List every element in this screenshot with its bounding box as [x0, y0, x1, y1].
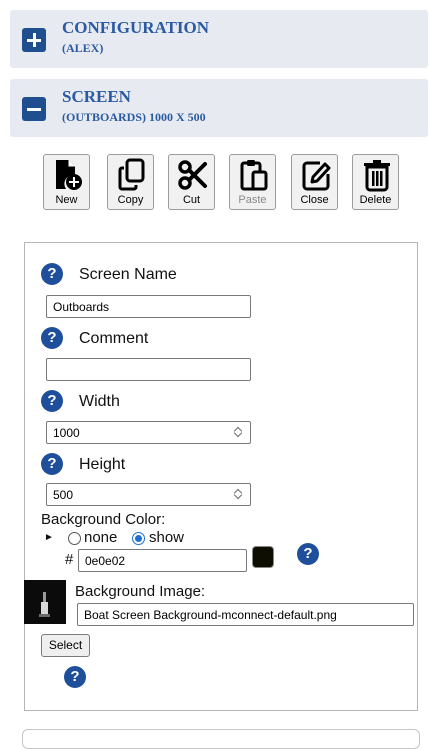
background-image-value: Boat Screen Background-mconnect-default.…: [84, 608, 337, 622]
comment-input[interactable]: [46, 358, 251, 381]
configuration-subtitle: (ALEX): [62, 41, 104, 55]
edit-icon: [302, 161, 331, 191]
width-input[interactable]: 1000: [46, 421, 251, 444]
screen-name-label: Screen Name: [79, 266, 177, 283]
new-label: New: [55, 194, 78, 206]
comment-label: Comment: [79, 330, 149, 347]
screen-title: SCREEN: [62, 87, 131, 106]
color-show-label: show: [149, 529, 185, 546]
height-value: 500: [53, 488, 74, 502]
color-none-label: none: [84, 529, 118, 546]
background-image-label: Background Image:: [75, 583, 206, 600]
paste-button[interactable]: Paste: [229, 154, 276, 210]
scissors-icon: [178, 160, 207, 190]
cut-button[interactable]: Cut: [168, 154, 215, 210]
background-color-value: 0e0e02: [85, 554, 126, 568]
new-file-icon: [56, 160, 82, 190]
delete-label: Delete: [359, 194, 392, 206]
background-image-input[interactable]: Boat Screen Background-mconnect-default.…: [77, 603, 414, 626]
screen-subtitle: (OUTBOARDS) 1000 X 500: [62, 110, 206, 124]
copy-button[interactable]: Copy: [107, 154, 154, 210]
cut-label: Cut: [182, 194, 201, 206]
color-none-radio[interactable]: [68, 532, 81, 545]
next-section-box: [22, 729, 420, 749]
background-color-input[interactable]: 0e0e02: [78, 549, 247, 572]
screen-name-input[interactable]: Outboards: [46, 295, 251, 318]
expand-arrow-icon[interactable]: ►: [44, 532, 54, 543]
color-show-radio[interactable]: [132, 532, 145, 545]
screen-header[interactable]: SCREEN (OUTBOARDS) 1000 X 500: [10, 79, 428, 137]
new-button[interactable]: New: [43, 154, 90, 210]
width-label: Width: [79, 393, 120, 410]
paste-icon: [240, 160, 268, 191]
width-value: 1000: [53, 426, 80, 440]
color-swatch[interactable]: [252, 546, 274, 568]
paste-label: Paste: [238, 194, 267, 206]
help-icon[interactable]: ?: [41, 453, 63, 475]
background-color-label: Background Color:: [41, 511, 166, 528]
delete-button[interactable]: Delete: [352, 154, 399, 210]
close-button[interactable]: Close: [291, 154, 338, 210]
height-label: Height: [79, 456, 126, 473]
copy-label: Copy: [117, 194, 144, 206]
width-spinner-icon[interactable]: [232, 424, 246, 441]
help-icon[interactable]: ?: [41, 390, 63, 412]
height-spinner-icon[interactable]: [232, 486, 246, 503]
select-image-button[interactable]: Select: [41, 634, 90, 657]
expand-icon[interactable]: [22, 28, 46, 52]
screen-name-value: Outboards: [53, 300, 110, 314]
configuration-title: CONFIGURATION: [62, 18, 210, 37]
screen-toolbar: New Copy Cut Paste Close Delete: [0, 154, 430, 214]
close-label: Close: [300, 194, 329, 206]
help-icon[interactable]: ?: [297, 543, 319, 565]
help-icon[interactable]: ?: [41, 327, 63, 349]
trash-icon: [364, 160, 390, 192]
help-icon[interactable]: ?: [64, 666, 86, 688]
background-image-thumbnail: [24, 580, 66, 624]
copy-icon: [118, 158, 145, 191]
height-input[interactable]: 500: [46, 483, 251, 506]
help-icon[interactable]: ?: [41, 263, 63, 285]
configuration-header[interactable]: CONFIGURATION (ALEX): [10, 10, 428, 68]
hash-label: #: [65, 551, 74, 568]
collapse-icon[interactable]: [22, 97, 46, 121]
